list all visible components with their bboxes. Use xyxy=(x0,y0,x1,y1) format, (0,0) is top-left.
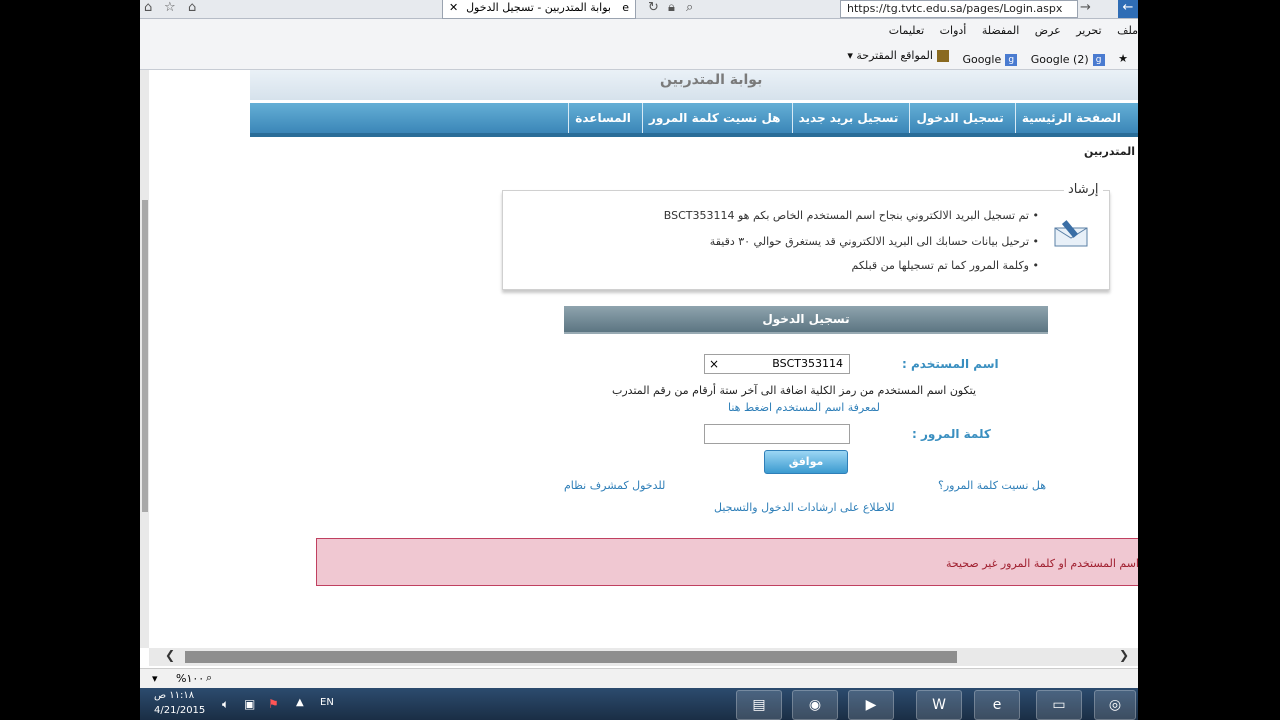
volume-icon[interactable]: 🔈︎ xyxy=(222,697,229,712)
guidance-box: • تم تسجيل البريد الالكتروني بنجاح اسم ا… xyxy=(502,190,1110,290)
vertical-scroll-thumb[interactable] xyxy=(142,200,148,512)
zoom-dropdown-icon[interactable]: ▾ xyxy=(152,672,158,685)
close-tab-icon[interactable]: ✕ xyxy=(449,0,458,17)
taskbar: ١١:١٨ ص 4/21/2015 🔈︎ ▣ ⚑ ▲ EN ▤ ◉ ▶ W e … xyxy=(140,688,1138,720)
clock-time[interactable]: ١١:١٨ ص xyxy=(154,690,194,701)
home-button-icon[interactable]: ⌂ xyxy=(188,0,196,15)
url-text: https://tg.tvtc.edu.sa/pages/Login.aspx xyxy=(847,2,1063,15)
address-bar: ⌂ ☆ ⌂ e بوابة المتدربين - تسجيل الدخول ✕… xyxy=(140,0,1138,19)
username-hint: يتكون اسم المستخدم من رمز الكلية اضافة ا… xyxy=(612,384,977,397)
menu-view[interactable]: عرض xyxy=(1035,19,1061,43)
nav-help[interactable]: المساعدة xyxy=(568,103,637,133)
internet-explorer-icon[interactable]: e xyxy=(974,690,1020,720)
username-field[interactable]: BSCT353114 × xyxy=(704,354,850,374)
forward-icon[interactable]: → xyxy=(1080,0,1091,15)
horizontal-scroll-thumb[interactable] xyxy=(185,651,957,663)
guide-line-1: • تم تسجيل البريد الالكتروني بنجاح اسم ا… xyxy=(663,209,1039,222)
login-header-title: تسجيل الدخول xyxy=(762,312,850,326)
word-icon[interactable]: W xyxy=(916,690,962,720)
username-lookup-link[interactable]: لمعرفة اسم المستخدم اضغط هنا xyxy=(728,401,880,414)
language-indicator[interactable]: EN xyxy=(320,697,334,708)
login-header: تسجيل الدخول xyxy=(564,306,1048,334)
instructions-link[interactable]: للاطلاع على ارشادات الدخول والتسجيل xyxy=(714,501,895,514)
url-field[interactable]: https://tg.tvtc.edu.sa/pages/Login.aspx xyxy=(840,0,1078,18)
username-value: BSCT353114 xyxy=(772,357,843,370)
guidance-legend: إرشاد xyxy=(1064,182,1103,197)
tab-title: بوابة المتدربين - تسجيل الدخول xyxy=(466,1,611,14)
search-icon[interactable]: ⌕ xyxy=(686,0,693,15)
nav-register-email[interactable]: تسجيل بريد جديد xyxy=(791,103,905,133)
guide-line-3: • وكلمة المرور كما تم تسجيلها من قبلكم xyxy=(851,259,1039,272)
password-field[interactable] xyxy=(704,424,850,444)
nav-login[interactable]: تسجيل الدخول xyxy=(909,103,1009,133)
google-icon: g xyxy=(1092,54,1105,66)
media-player-icon[interactable]: ▶ xyxy=(848,690,894,720)
nav-home[interactable]: الصفحة الرئيسية xyxy=(1014,103,1127,133)
menu-file[interactable]: ملف xyxy=(1117,19,1138,43)
action-center-icon[interactable]: ⚑ xyxy=(268,697,279,711)
menu-edit[interactable]: تحرير xyxy=(1076,19,1101,43)
google-icon: g xyxy=(1005,54,1018,66)
site-nav: الصفحة الرئيسية تسجيل الدخول تسجيل بريد … xyxy=(250,103,1138,137)
zoom-level[interactable]: ١٠٠% xyxy=(176,672,204,685)
menu-help[interactable]: تعليمات xyxy=(889,19,924,43)
menu-favorites[interactable]: المفضلة xyxy=(982,19,1019,43)
menu-bar: ملف تحرير عرض المفضلة أدوات تعليمات xyxy=(140,19,1138,43)
file-explorer-icon[interactable]: ▭ xyxy=(1036,690,1082,720)
start-icon[interactable]: ◎ xyxy=(1094,690,1136,720)
favorites-star-icon[interactable]: ☆ xyxy=(164,0,176,15)
page-content: بوابة المتدربين الصفحة الرئيسية تسجيل ال… xyxy=(140,70,1138,648)
status-bar: ▾ ١٠٠% ⌕ xyxy=(140,668,1138,689)
favorites-star-icon-bar[interactable]: ★ xyxy=(1118,46,1128,72)
show-hidden-icons[interactable]: ▲ xyxy=(296,697,304,708)
breadcrumb: المتدربين xyxy=(1084,145,1135,158)
chrome-icon[interactable]: ◉ xyxy=(792,690,838,720)
browser-window: ⌂ ☆ ⌂ e بوابة المتدربين - تسجيل الدخول ✕… xyxy=(140,0,1138,668)
refresh-icon[interactable]: ↻ xyxy=(648,0,659,15)
username-label: اسم المستخدم : xyxy=(902,357,999,371)
banner-title: بوابة المتدربين xyxy=(660,72,763,88)
scroll-right-icon[interactable]: ❯ xyxy=(1119,648,1129,662)
forgot-password-link[interactable]: هل نسيت كلمة المرور؟ xyxy=(938,479,1046,492)
envelope-pen-icon xyxy=(1054,220,1088,247)
lock-icon: 🔒︎ xyxy=(668,0,675,15)
error-box: اسم المستخدم او كلمة المرور غير صحيحة xyxy=(316,538,1138,586)
fav-suggested-sites[interactable]: المواقع المقترحة ▾ xyxy=(847,43,949,69)
back-icon[interactable]: ← xyxy=(1118,0,1138,18)
nav-forgot-password[interactable]: هل نسيت كلمة المرور xyxy=(641,103,787,133)
supervisor-login-link[interactable]: للدخول كمشرف نظام xyxy=(564,479,665,492)
error-message: اسم المستخدم او كلمة المرور غير صحيحة xyxy=(945,557,1138,570)
scroll-left-icon[interactable]: ❮ xyxy=(165,648,175,662)
suggested-sites-icon xyxy=(936,50,949,62)
guide-line-2: • ترحيل بيانات حسابك الى البريد الالكترو… xyxy=(709,235,1039,248)
network-icon[interactable]: ▣ xyxy=(244,697,255,711)
password-label: كلمة المرور : xyxy=(912,427,991,441)
app-icon[interactable]: ▤ xyxy=(736,690,782,720)
home-icon[interactable]: ⌂ xyxy=(144,0,152,15)
clear-input-icon[interactable]: × xyxy=(709,355,719,373)
ok-button[interactable]: موافق xyxy=(764,450,848,474)
clock-date[interactable]: 4/21/2015 xyxy=(154,705,205,716)
favorites-bar: ★ g Google (2) g Google المواقع المقترحة ▾ xyxy=(140,43,1138,70)
ie-tab-icon: e xyxy=(622,1,629,14)
menu-tools[interactable]: أدوات xyxy=(940,19,967,43)
zoom-icon: ⌕ xyxy=(206,671,213,684)
tab-login[interactable]: e بوابة المتدربين - تسجيل الدخول ✕ xyxy=(442,0,636,19)
system-tray: ١١:١٨ ص 4/21/2015 🔈︎ ▣ ⚑ ▲ EN xyxy=(140,688,370,720)
